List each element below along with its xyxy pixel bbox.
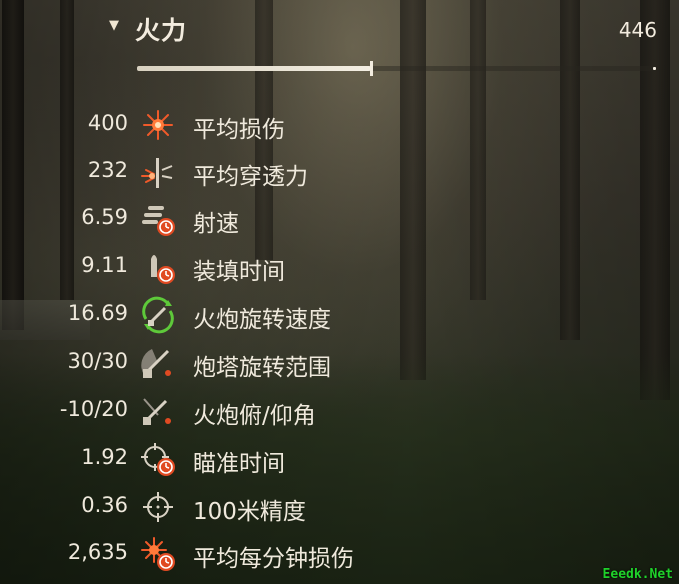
gun-elevation-icon: [138, 391, 178, 431]
reload-shell-icon: [138, 247, 178, 287]
progress-marker: [369, 61, 373, 76]
stat-value: 232: [87, 158, 128, 182]
stat-label: 100米精度: [193, 499, 306, 525]
stat-label: 火炮旋转速度: [193, 307, 331, 333]
stat-row-aim-time: 1.92 瞄准时间: [0, 436, 679, 482]
stat-label: 装填时间: [193, 259, 285, 285]
stat-label: 炮塔旋转范围: [193, 355, 331, 381]
stat-row-gun-traverse-speed: 16.69 火炮旋转速度: [0, 292, 679, 338]
chevron-down-icon[interactable]: ▼: [109, 18, 119, 33]
stat-row-rate-of-fire: 6.59 射速: [0, 196, 679, 242]
stat-label: 平均穿透力: [193, 164, 308, 190]
stat-row-accuracy: 0.36 100米精度: [0, 484, 679, 530]
stat-row-average-damage: 400 平均损伤: [0, 102, 679, 148]
section-title: 火力: [135, 16, 188, 45]
stat-value: 400: [87, 111, 128, 135]
damage-burst-icon: [138, 105, 178, 145]
firepower-total: 446: [618, 18, 657, 42]
rate-of-fire-icon: [138, 199, 178, 239]
stat-label: 瞄准时间: [193, 451, 285, 477]
damage-per-minute-icon: [138, 534, 178, 574]
watermark: Eeedk.Net: [602, 567, 673, 582]
gun-traverse-speed-icon: [138, 295, 178, 335]
stat-value: 6.59: [81, 205, 128, 229]
stat-value: -10/20: [59, 397, 128, 421]
stat-value: 0.36: [81, 493, 128, 517]
stat-value: 9.11: [81, 253, 128, 277]
stat-row-damage-per-minute: 2,635 平均每分钟损伤: [0, 531, 679, 577]
aim-time-icon: [138, 439, 178, 479]
penetration-icon: [138, 152, 178, 192]
stat-row-turret-traverse-arc: 30/30 炮塔旋转范围: [0, 340, 679, 386]
stat-label: 平均损伤: [193, 117, 285, 143]
stat-row-penetration: 232 平均穿透力: [0, 149, 679, 195]
firepower-progress-bar: [137, 61, 656, 76]
stat-value: 30/30: [67, 349, 128, 373]
progress-fill: [137, 66, 371, 71]
stat-label: 射速: [193, 211, 239, 237]
crosshair-icon: [138, 487, 178, 527]
stat-value: 16.69: [67, 301, 128, 325]
stat-row-gun-elevation: -10/20 火炮俯/仰角: [0, 388, 679, 434]
stat-label: 平均每分钟损伤: [193, 546, 354, 572]
stat-row-reload-time: 9.11 装填时间: [0, 244, 679, 290]
progress-end-marker: [653, 67, 656, 70]
stat-label: 火炮俯/仰角: [193, 403, 316, 429]
stat-value: 2,635: [67, 540, 128, 564]
firepower-header[interactable]: ▼ 火力 446: [0, 0, 679, 60]
stat-value: 1.92: [81, 445, 128, 469]
turret-traverse-arc-icon: [138, 343, 178, 383]
